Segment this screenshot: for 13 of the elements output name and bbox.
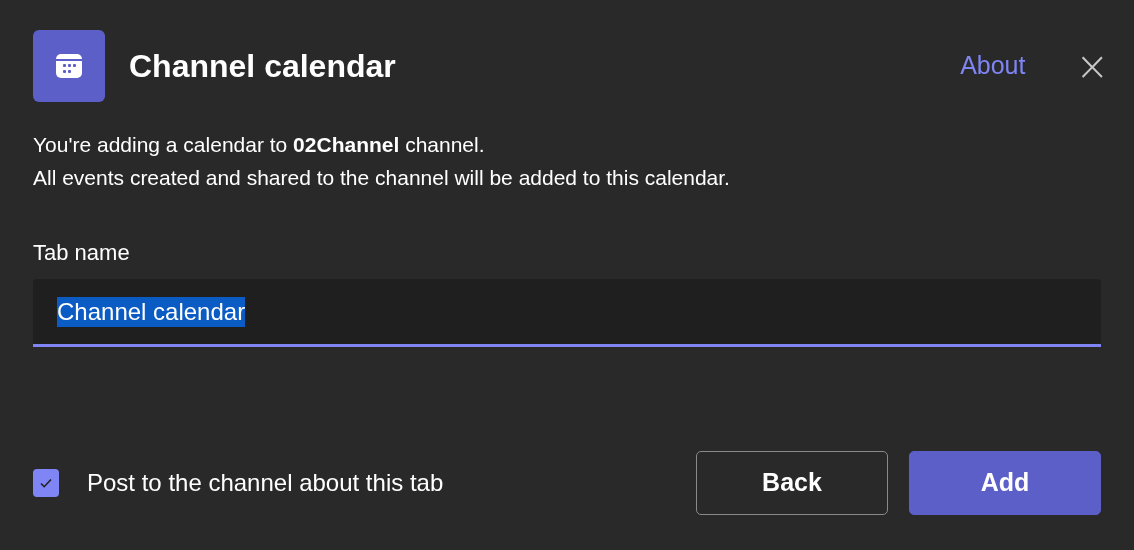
add-button[interactable]: Add	[909, 451, 1101, 515]
calendar-app-icon	[33, 30, 105, 102]
close-button[interactable]: ×	[1075, 46, 1109, 86]
description-text: You're adding a calendar to 02Channel channel.	[33, 132, 486, 158]
tab-name-field[interactable]: Channel calendar	[33, 279, 1101, 347]
dialog-title: Channel calendar	[129, 47, 396, 86]
field-label: Tab name	[33, 239, 131, 267]
selected-text: Channel calendar	[57, 296, 246, 327]
checkbox-label: Post to the channel about this tab	[87, 468, 444, 498]
back-button[interactable]: Back	[696, 451, 888, 515]
about-link[interactable]: About	[960, 47, 1026, 85]
description-text: All events created and shared to the channel will be added to this calendar.	[33, 165, 731, 191]
checkbox[interactable]	[33, 469, 59, 497]
